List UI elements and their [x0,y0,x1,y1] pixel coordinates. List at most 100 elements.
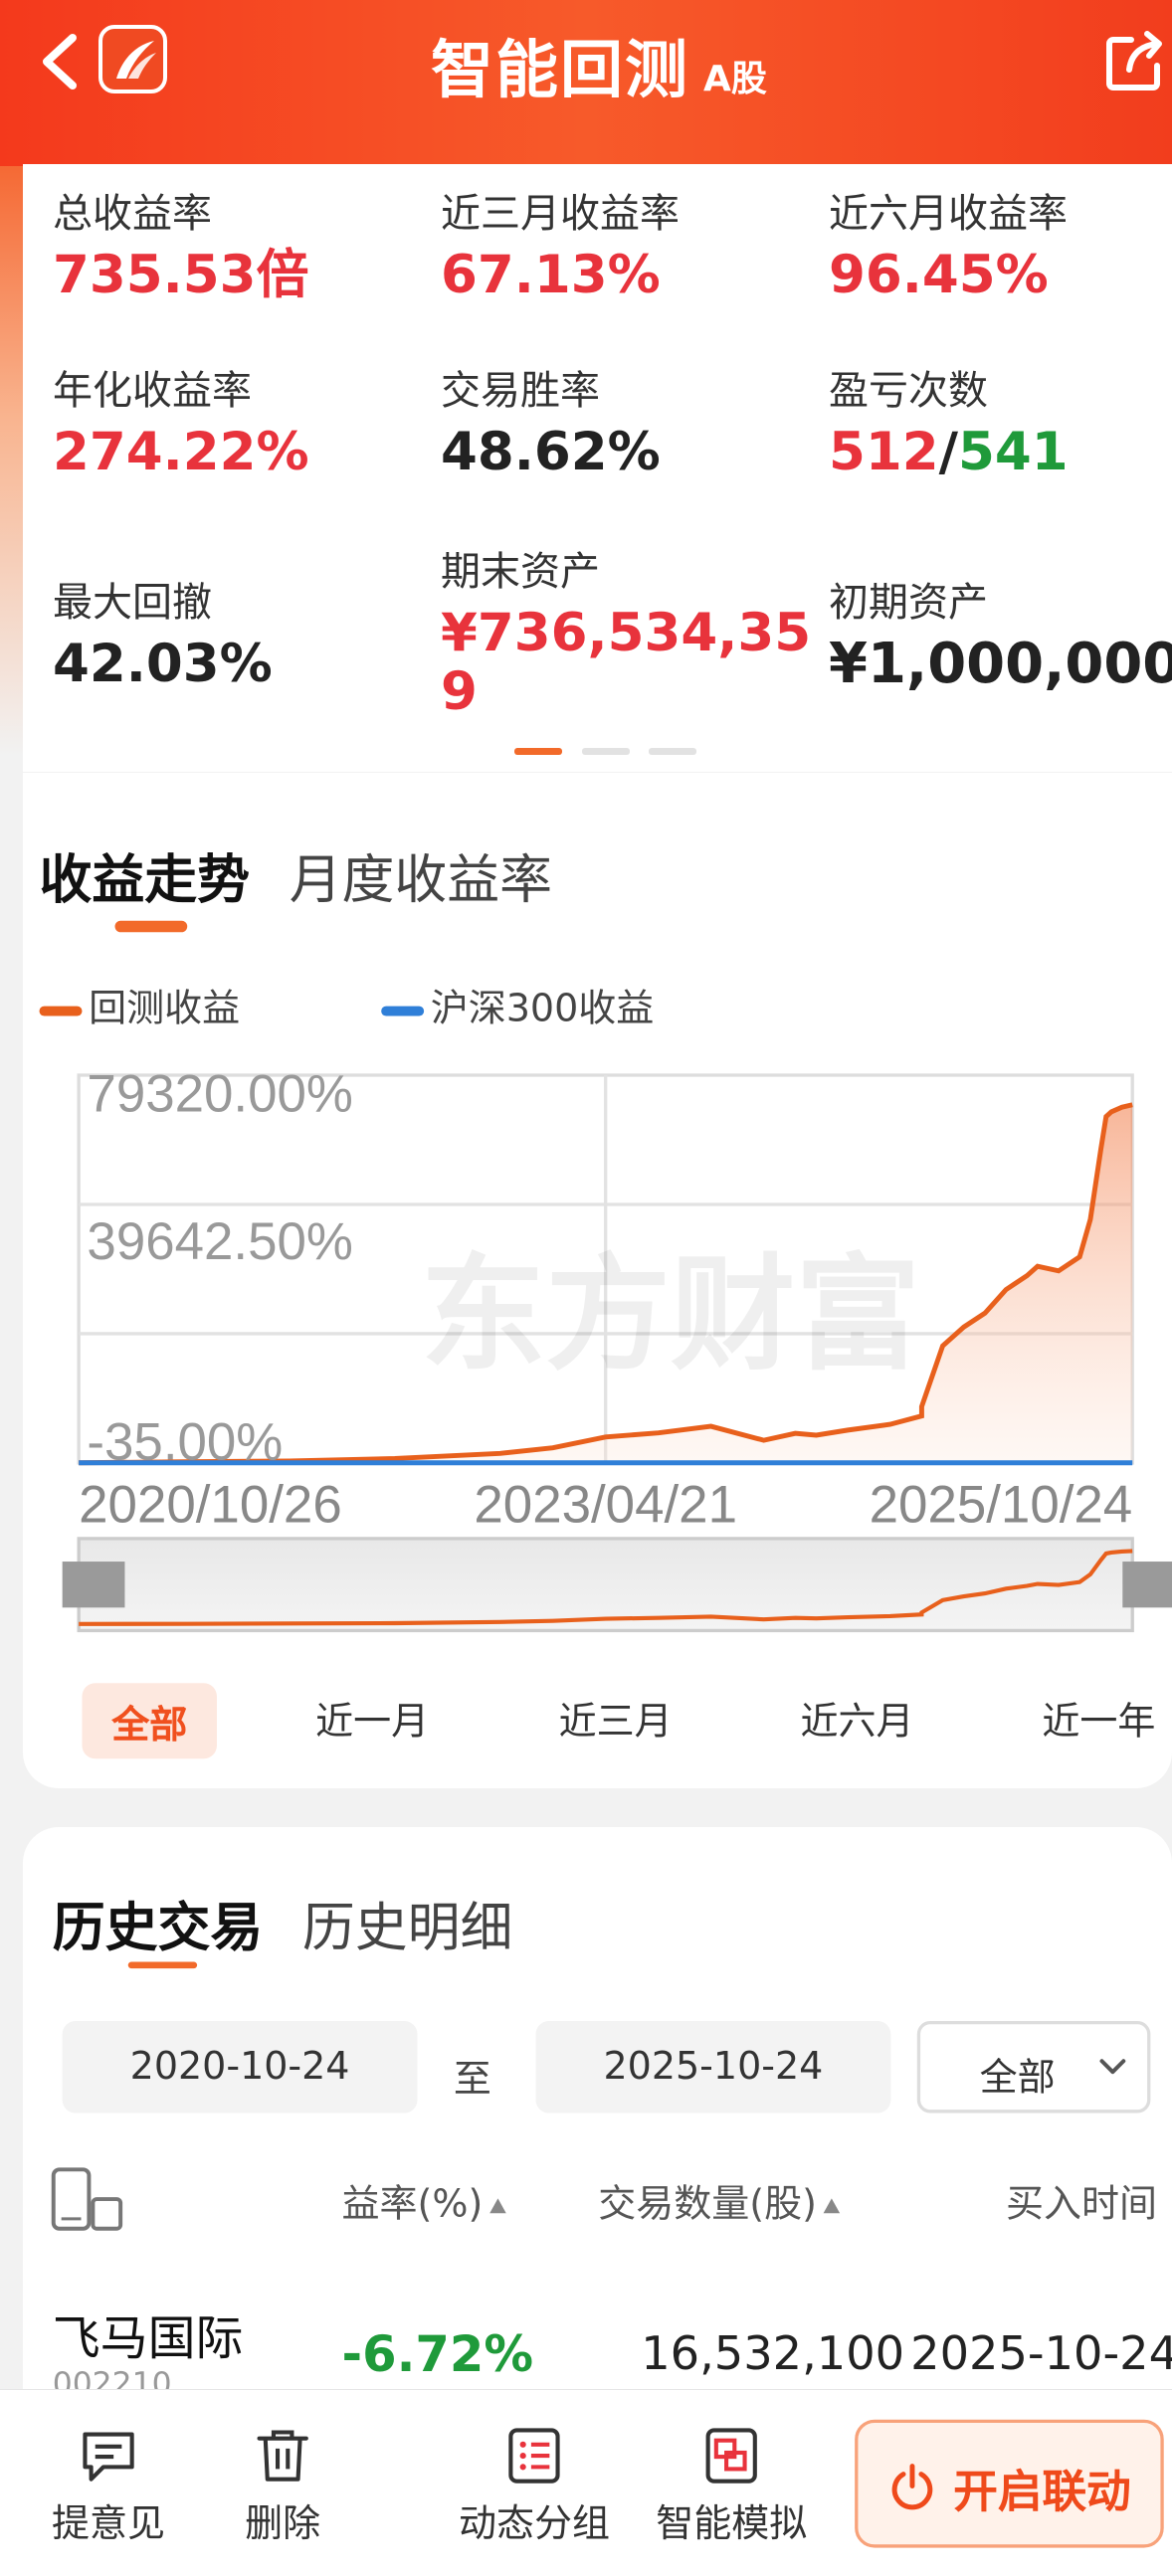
toolbar-inner: 提意见 删除 动态分组 智能模拟 开启联动 [0,2390,1172,2576]
filter-select[interactable]: 全部 [916,2020,1151,2114]
stat-value: 512/541 [829,423,1069,481]
chart-card-inner: 收益走势 月度收益率 回测收益 沪深300收益 东方财富 79320.00% 39… [23,773,1172,1788]
col-header-label: 益率(%) [341,2183,484,2227]
stat-win-rate: 交易胜率 48.62% [441,358,661,481]
stat-return-3m: 近三月收益率 67.13% [441,181,680,304]
stat-value: 48.62% [441,422,661,482]
stat-max-drawdown: 最大回撤 42.03% [53,570,273,693]
stat-value: 735.53倍 [53,245,309,305]
col-header-return[interactable]: 益率(%) [342,2172,506,2228]
stat-value: 96.45% [829,245,1049,305]
trash-icon [257,2430,308,2482]
stat-label: 盈亏次数 [829,368,988,414]
rotate-screen-icon[interactable] [49,2165,124,2234]
trade-quantity: 16,532,100 [641,2326,905,2381]
x-tick-label: 2020/10/26 [79,1475,342,1534]
count-separator: / [938,422,958,482]
tab-underline [127,1961,198,1969]
chart-watermark: 东方财富 [421,1241,920,1387]
stat-label: 初期资产 [829,580,988,626]
stock-code: 002210 [52,2365,172,2389]
stat-value: ¥736,534,35 9 [441,604,811,721]
history-card: 历史交易 历史明细 2020-10-24 至 2025-10-24 全部 益率(… [23,1827,1172,2389]
back-arrow-icon[interactable] [33,26,93,95]
list-icon [508,2428,560,2484]
stat-value: 274.22% [53,422,309,482]
stat-total-return: 总收益率 735.53倍 [53,181,309,304]
feedback-button[interactable]: 提意见 [40,2426,178,2547]
stat-value: 42.03% [53,634,273,694]
stat-win-loss-count: 盈亏次数 512/541 [829,358,1069,481]
sort-icon [488,2198,506,2214]
enable-link-button[interactable]: 开启联动 [855,2419,1164,2548]
y-tick-label: -35.00% [87,1413,283,1472]
page-dot [582,748,630,755]
stat-label: 年化收益率 [53,368,252,414]
stat-label: 近三月收益率 [441,191,680,237]
enable-link-label: 开启联动 [953,2467,1131,2518]
range-tab-0[interactable]: 全部 [82,1683,217,1759]
end-assets-line1: ¥736,534,35 [441,603,812,663]
stat-end-assets: 期末资产 ¥736,534,35 9 [441,539,811,721]
stat-label: 交易胜率 [441,368,600,414]
y-tick-label: 39642.50% [87,1212,352,1271]
page-title: 智能回测 [431,34,689,106]
power-icon [891,2464,933,2510]
loss-count: 541 [958,422,1069,482]
page-dot-active [514,748,562,755]
col-header-quantity[interactable]: 交易数量(股) [598,2172,841,2228]
dynamic-group-button[interactable]: 动态分组 [444,2426,625,2547]
stat-value: 67.13% [441,245,661,305]
win-count: 512 [829,422,939,482]
trade-buy-time: 2025-10-24 [910,2326,1172,2381]
page-dot [649,748,696,755]
date-range-separator: 至 [453,2058,491,2102]
range-tab-1[interactable]: 近一月 [315,1690,429,1746]
feedback-icon [83,2432,134,2482]
stat-annual-return: 年化收益率 274.22% [53,358,309,481]
app-header: 智能回测 A股 [0,0,1172,166]
range-tab-2[interactable]: 近三月 [559,1690,673,1746]
x-tick-label: 2025/10/24 [870,1475,1133,1534]
simulate-icon [705,2428,757,2484]
smart-simulate-label: 智能模拟 [656,2503,808,2546]
feedback-label: 提意见 [52,2503,166,2546]
stats-card[interactable]: 总收益率 735.53倍 近三月收益率 67.13% 近六月收益率 96.45%… [23,164,1172,772]
stat-label: 最大回撤 [53,580,212,626]
y-tick-label: 79320.00% [87,1064,352,1123]
dynamic-group-label: 动态分组 [458,2503,610,2546]
bottom-toolbar: 提意见 删除 动态分组 智能模拟 开启联动 [0,2389,1172,2576]
stat-label: 近六月收益率 [829,191,1068,237]
tab-history-details[interactable]: 历史明细 [302,1886,513,1961]
stat-init-assets: 初期资产 ¥1,000,000 [829,570,1172,693]
end-assets-line2: 9 [441,661,478,722]
col-header-buy-time[interactable]: 买入时间 [1006,2172,1172,2228]
chart-card: 收益走势 月度收益率 回测收益 沪深300收益 东方财富 79320.00% 39… [23,773,1172,1788]
x-tick-label: 2023/04/21 [474,1475,737,1534]
filter-select-value: 全部 [979,2057,1056,2101]
share-icon[interactable] [1101,26,1165,95]
navigator-handle-right[interactable] [1122,1562,1172,1608]
stat-label: 期末资产 [441,549,600,595]
chart-range-navigator[interactable] [62,1537,1172,1633]
range-tab-3[interactable]: 近六月 [800,1690,913,1746]
col-header-label: 交易数量(股) [598,2183,817,2227]
stock-name: 飞马国际 [52,2309,244,2366]
delete-label: 删除 [245,2503,321,2546]
market-tag: A股 [703,59,767,99]
tab-history-trades[interactable]: 历史交易 [53,1886,264,1961]
profit-chart[interactable]: 东方财富 79320.00% 39642.50% -35.00%2020/10/26… [35,773,1172,1788]
end-date-picker[interactable]: 2025-10-24 [535,2020,891,2114]
stat-return-6m: 近六月收益率 96.45% [829,181,1068,304]
trade-return: -6.72% [341,2326,534,2385]
navigator-handle-left[interactable] [62,1562,125,1608]
history-card-inner: 历史交易 历史明细 2020-10-24 至 2025-10-24 全部 益率(… [23,1827,1172,2389]
smart-simulate-button[interactable]: 智能模拟 [641,2426,822,2547]
stat-label: 总收益率 [53,191,212,237]
app-logo-icon [98,25,167,93]
start-date-picker[interactable]: 2020-10-24 [62,2020,418,2114]
range-tab-4[interactable]: 近一年 [1042,1690,1155,1746]
stat-value: ¥1,000,000 [829,632,1172,696]
sort-icon [823,2198,841,2214]
delete-button[interactable]: 删除 [214,2426,352,2547]
